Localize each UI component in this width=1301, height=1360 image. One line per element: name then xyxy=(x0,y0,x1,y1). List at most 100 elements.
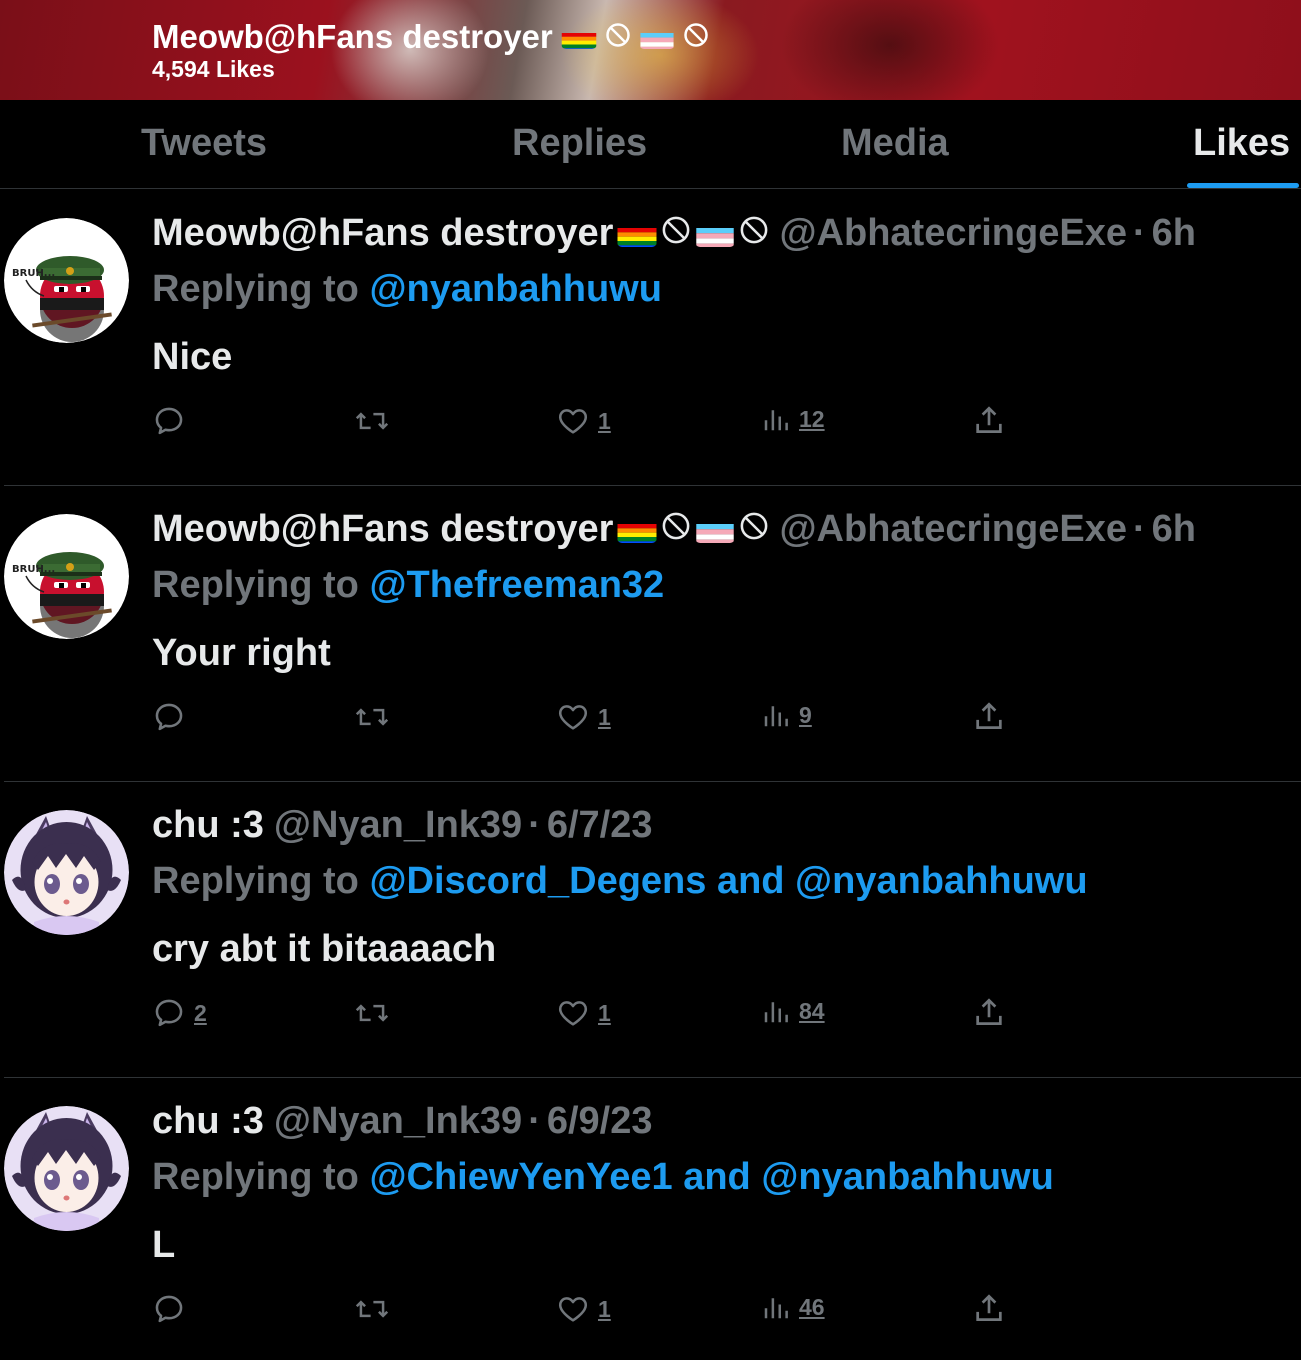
tab-media[interactable]: Media xyxy=(841,122,949,165)
reply-button[interactable] xyxy=(152,700,194,734)
share-button[interactable] xyxy=(972,700,1006,734)
trans-flag-icon xyxy=(639,26,675,49)
retweet-button[interactable] xyxy=(354,404,398,438)
tab-tweets[interactable]: Tweets xyxy=(141,122,267,165)
separator-dot: · xyxy=(528,804,541,846)
reply-mentions[interactable]: @ChiewYenYee1 and @nyanbahhuwu xyxy=(369,1156,1053,1198)
reply-icon xyxy=(152,404,186,438)
author-display-name[interactable]: Meowb@hFans destroyer xyxy=(152,508,769,551)
reply-icon xyxy=(152,1292,186,1326)
separator-dot: · xyxy=(1132,212,1146,254)
reply-mentions[interactable]: @nyanbahhuwu xyxy=(369,268,662,310)
share-button[interactable] xyxy=(972,1292,1006,1326)
countryball-avatar[interactable]: BRUH... xyxy=(4,218,129,343)
views-button[interactable]: 12 xyxy=(761,404,825,434)
reply-button[interactable] xyxy=(152,404,194,438)
replying-to: Replying to @nyanbahhuwu xyxy=(152,268,662,311)
author-display-name[interactable]: chu :3 xyxy=(152,804,264,847)
tweet-actions: 2 1 84 xyxy=(0,996,1301,1036)
tweet-timestamp[interactable]: 6/7/23 xyxy=(547,804,653,847)
reply-mentions[interactable]: @Thefreeman32 xyxy=(369,564,664,606)
like-button[interactable]: 1 xyxy=(556,996,611,1030)
views-icon xyxy=(761,1292,791,1322)
tweet-author-line: chu :3 @Nyan_Ink39 · 6/7/23 xyxy=(152,804,653,847)
views-count: 12 xyxy=(799,405,825,432)
share-icon xyxy=(972,404,1006,438)
retweet-button[interactable] xyxy=(354,700,398,734)
like-button[interactable]: 1 xyxy=(556,700,611,734)
tweet-actions: 1 12 xyxy=(0,404,1301,444)
tweet[interactable]: BRUH... Meowb@hFans destroyer @Abhatecrin… xyxy=(0,486,1301,782)
like-button[interactable]: 1 xyxy=(556,404,611,438)
heart-icon xyxy=(556,1292,590,1326)
share-button[interactable] xyxy=(972,404,1006,438)
heart-icon xyxy=(556,996,590,1030)
header-name-text: Meowb@hFans destroyer xyxy=(152,18,553,55)
tweet-author-line: chu :3 @Nyan_Ink39 · 6/9/23 xyxy=(152,1100,653,1143)
views-button[interactable]: 9 xyxy=(761,700,812,730)
author-handle[interactable]: @AbhatecringeExe xyxy=(779,212,1127,255)
rainbow-flag-icon xyxy=(561,26,597,49)
like-count: 1 xyxy=(598,1295,611,1322)
views-icon xyxy=(761,996,791,1026)
tab-replies[interactable]: Replies xyxy=(512,122,647,165)
anime-girl-avatar[interactable] xyxy=(4,1106,129,1231)
trans-flag-icon xyxy=(695,221,735,247)
tweet-timestamp[interactable]: 6h xyxy=(1152,212,1196,255)
active-tab-indicator xyxy=(1187,183,1299,188)
retweet-button[interactable] xyxy=(354,996,398,1030)
prohibited-icon xyxy=(739,212,769,255)
tweet-text: Nice xyxy=(152,336,233,378)
replying-to: Replying to @ChiewYenYee1 and @nyanbahhu… xyxy=(152,1156,1054,1199)
retweet-button[interactable] xyxy=(354,1292,398,1326)
prohibited-icon xyxy=(683,18,709,56)
svg-text:BRUH...: BRUH... xyxy=(12,564,55,575)
tweet-text: L xyxy=(152,1224,176,1266)
author-name-text: chu :3 xyxy=(152,1100,264,1142)
author-handle[interactable]: @AbhatecringeExe xyxy=(779,508,1127,551)
views-count: 84 xyxy=(799,997,825,1024)
replying-to-label: Replying to xyxy=(152,564,359,606)
reply-icon xyxy=(152,700,186,734)
profile-tabs: Tweets Replies Media Likes xyxy=(0,100,1301,189)
replying-to: Replying to @Thefreeman32 xyxy=(152,564,664,607)
reply-button[interactable]: 2 xyxy=(152,996,207,1030)
prohibited-icon xyxy=(661,508,691,551)
share-button[interactable] xyxy=(972,996,1006,1030)
reply-count: 2 xyxy=(194,999,207,1026)
author-handle[interactable]: @Nyan_Ink39 xyxy=(274,804,522,847)
views-button[interactable]: 46 xyxy=(761,1292,825,1322)
tweet[interactable]: chu :3 @Nyan_Ink39 · 6/9/23 Replying to @Chi… xyxy=(0,1078,1301,1360)
svg-text:BRUH...: BRUH... xyxy=(12,268,55,279)
tweet[interactable]: BRUH... Meowb@hFans destroyer @Abhatecrin… xyxy=(0,190,1301,486)
reply-mentions[interactable]: @Discord_Degens and @nyanbahhuwu xyxy=(369,860,1087,902)
tab-likes[interactable]: Likes xyxy=(1193,122,1290,165)
author-display-name[interactable]: Meowb@hFans destroyer xyxy=(152,212,769,255)
header-likes-count: 4,594 Likes xyxy=(152,56,275,82)
views-icon xyxy=(761,404,791,434)
reply-button[interactable] xyxy=(152,1292,194,1326)
replying-to-label: Replying to xyxy=(152,1156,359,1198)
anime-girl-avatar[interactable] xyxy=(4,810,129,935)
retweet-icon xyxy=(354,996,390,1030)
like-count: 1 xyxy=(598,703,611,730)
author-handle[interactable]: @Nyan_Ink39 xyxy=(274,1100,522,1143)
retweet-icon xyxy=(354,700,390,734)
tweet-timestamp[interactable]: 6/9/23 xyxy=(547,1100,653,1143)
views-button[interactable]: 84 xyxy=(761,996,825,1026)
share-icon xyxy=(972,996,1006,1030)
retweet-icon xyxy=(354,1292,390,1326)
share-icon xyxy=(972,700,1006,734)
header-display-name: Meowb@hFans destroyer xyxy=(152,18,709,56)
tweet[interactable]: chu :3 @Nyan_Ink39 · 6/7/23 Replying to @Dis… xyxy=(0,782,1301,1078)
separator-dot: · xyxy=(528,1100,541,1142)
countryball-avatar[interactable]: BRUH... xyxy=(4,514,129,639)
prohibited-icon xyxy=(661,212,691,255)
share-icon xyxy=(972,1292,1006,1326)
retweet-icon xyxy=(354,404,390,438)
like-button[interactable]: 1 xyxy=(556,1292,611,1326)
tweet-timestamp[interactable]: 6h xyxy=(1152,508,1196,551)
tweet-actions: 19 xyxy=(0,700,1301,740)
author-display-name[interactable]: chu :3 xyxy=(152,1100,264,1143)
views-icon xyxy=(761,700,791,730)
